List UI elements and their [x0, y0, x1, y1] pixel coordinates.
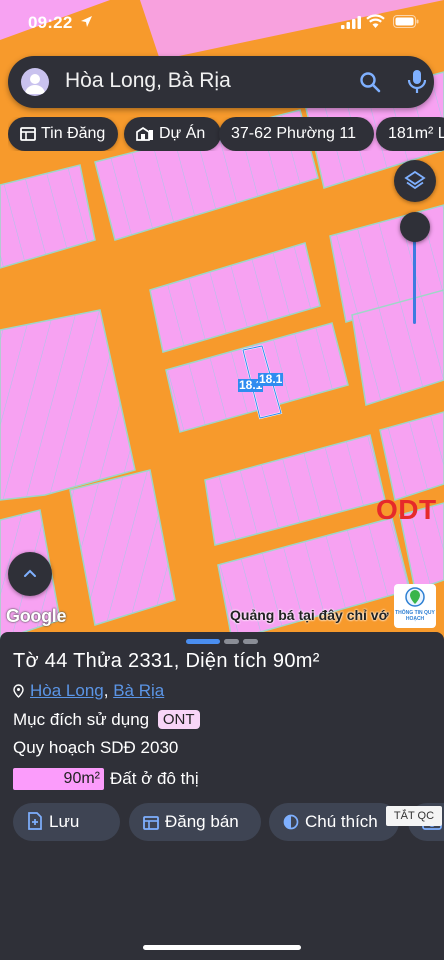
parcel-title: Tờ 44 Thửa 2331, Diện tích 90m²	[13, 650, 320, 672]
plot-dimension-label: 18.1	[258, 372, 284, 386]
chevron-up-icon	[24, 569, 36, 577]
plan-land-type: Đất ở đô thị	[110, 769, 199, 788]
usage-label: Mục đích sử dụng	[13, 710, 150, 729]
listing-icon	[143, 816, 159, 830]
battery-icon	[393, 15, 419, 28]
save-button[interactable]: Lưu	[13, 803, 120, 841]
usage-code-badge: ONT	[157, 710, 200, 729]
plan-area-value: 90m²	[63, 770, 100, 787]
microphone-icon[interactable]	[406, 68, 428, 96]
opacity-slider-track[interactable]	[413, 230, 416, 324]
chip-label: 37-62 Phường 11	[231, 125, 356, 142]
search-input[interactable]: Hòa Long, Bà Rịa	[65, 69, 231, 93]
address-separator: ,	[103, 681, 114, 700]
plan-label: Quy hoạch SDĐ 2030	[13, 738, 179, 757]
ad-banner-text[interactable]: Quảng bá tại đây chỉ vớ	[230, 607, 389, 623]
legend-button[interactable]: Chú thích	[269, 803, 399, 841]
layers-icon	[404, 170, 426, 190]
cellular-signal-icon	[341, 16, 361, 29]
opacity-slider-handle[interactable]	[400, 212, 430, 242]
search-bar[interactable]: Hòa Long, Bà Rịa	[8, 56, 434, 108]
expand-button[interactable]	[8, 552, 52, 596]
save-button-label: Lưu	[49, 812, 80, 831]
city-link[interactable]: Bà Rịa	[113, 681, 164, 700]
wifi-icon	[366, 14, 385, 28]
close-ad-button[interactable]: TẮT QC	[386, 806, 442, 826]
layers-button[interactable]	[394, 160, 436, 202]
land-usage-row: Mục đích sử dụng ONT	[13, 710, 200, 730]
legend-button-label: Chú thích	[305, 812, 378, 831]
sheet-handle-active[interactable]	[186, 639, 220, 644]
chip-area[interactable]: 181m² L	[376, 117, 444, 151]
sheet-handle-dot[interactable]	[243, 639, 258, 644]
add-note-icon	[28, 812, 42, 830]
post-sale-button[interactable]: Đăng bán	[129, 803, 261, 841]
zone-code-label: ODT	[376, 494, 437, 525]
avatar[interactable]	[21, 68, 49, 96]
user-avatar-icon	[25, 74, 45, 94]
plan-area-bar: 90m²	[13, 768, 104, 790]
quy-hoach-logo-text: THÔNG TIN QUY HOẠCH	[395, 610, 435, 622]
home-indicator[interactable]	[143, 945, 301, 950]
chip-location[interactable]: 37-62 Phường 11	[219, 117, 374, 151]
status-time: 09:22	[28, 13, 73, 32]
parcel-address: Hòa Long, Bà Rịa	[13, 681, 164, 701]
map-pin-logo-icon	[405, 587, 425, 607]
search-icon[interactable]	[358, 70, 382, 94]
location-pin-icon	[13, 684, 24, 698]
sheet-handle-dot[interactable]	[224, 639, 239, 644]
chip-label: Dự Án	[159, 125, 206, 142]
contrast-icon	[283, 814, 299, 830]
parcel-info-sheet[interactable]: Tờ 44 Thửa 2331, Diện tích 90m² Hòa Long…	[0, 632, 444, 960]
action-buttons: Lưu Đăng bán Chú thích	[13, 803, 444, 841]
chip-du-an[interactable]: Dự Án	[124, 117, 221, 151]
status-bar: 09:22	[0, 0, 444, 46]
building-icon	[136, 126, 153, 141]
chip-tin-dang[interactable]: Tin Đăng	[8, 117, 118, 151]
filter-chips: Tin Đăng Dự Án 37-62 Phường 11 181m² L	[8, 117, 444, 151]
listing-icon	[20, 127, 36, 141]
quy-hoach-logo[interactable]: THÔNG TIN QUY HOẠCH	[394, 584, 436, 628]
ward-link[interactable]: Hòa Long	[30, 681, 104, 700]
google-logo: Google	[6, 606, 67, 626]
location-arrow-icon	[81, 16, 92, 27]
chip-label: Tin Đăng	[41, 125, 106, 142]
post-sale-button-label: Đăng bán	[165, 812, 239, 831]
chip-label: 181m² L	[388, 125, 444, 142]
